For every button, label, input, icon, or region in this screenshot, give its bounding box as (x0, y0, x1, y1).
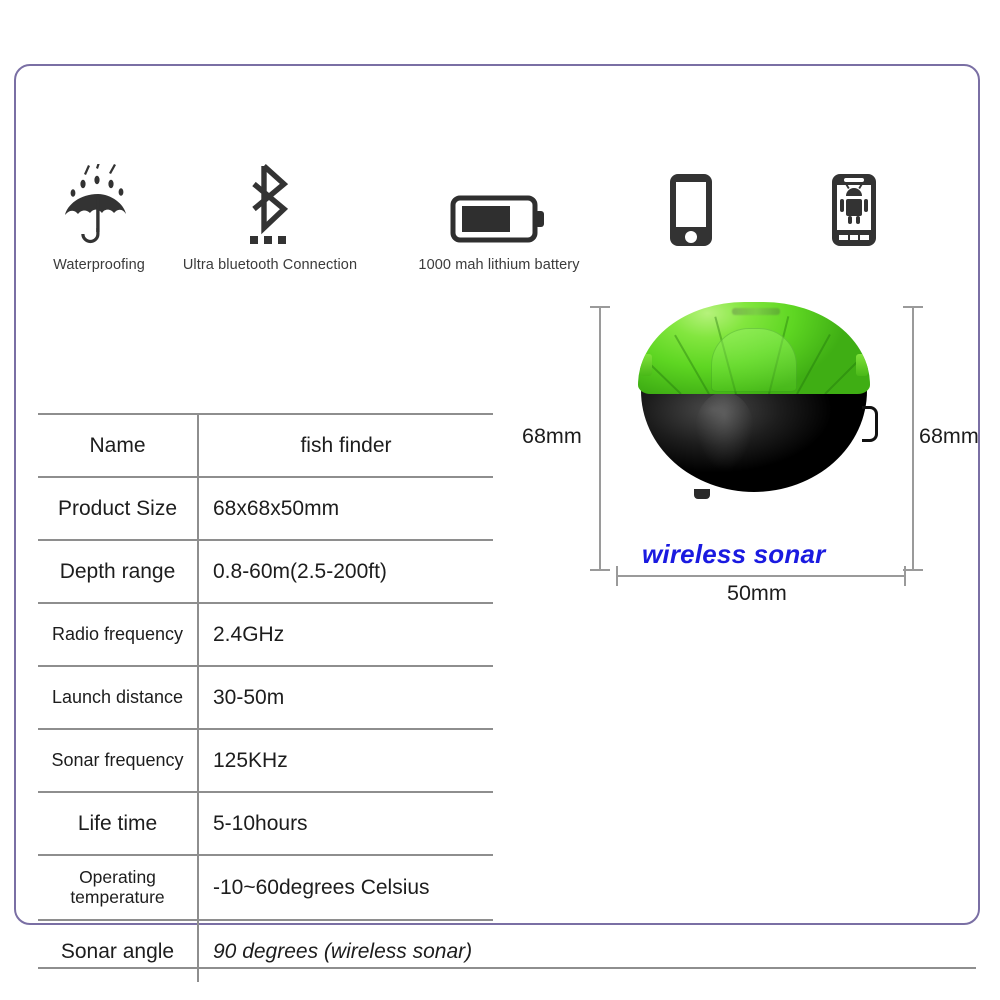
device-foot (694, 489, 710, 499)
spec-value: 68x68x50mm (213, 496, 340, 520)
feature-battery: 1000 mah lithium battery (408, 162, 590, 273)
table-row: Operating temperature -10~60degrees Cels… (38, 854, 493, 919)
dimension-line-height-left (590, 306, 610, 571)
spec-key: Launch distance (38, 667, 199, 728)
android-phone-icon (819, 162, 889, 248)
feature-android-phone (819, 162, 889, 257)
spec-value: 90 degrees (wireless sonar) (213, 939, 473, 963)
spec-key: Sonar angle (38, 921, 199, 982)
spec-key: Name (38, 415, 199, 476)
sonar-device-image (632, 302, 878, 499)
table-bottom-rule (38, 967, 976, 969)
dimension-label-height-right: 68mm (919, 424, 979, 448)
spec-value: 125KHz (213, 748, 288, 772)
spec-value: 5-10hours (213, 811, 308, 835)
feature-ios-phone (656, 162, 726, 257)
iphone-icon (656, 162, 726, 248)
spec-key: Life time (38, 793, 199, 854)
feature-waterproofing: Waterproofing (40, 162, 158, 273)
feature-label: 1000 mah lithium battery (418, 257, 580, 273)
product-photo (616, 298, 888, 576)
brand-label: wireless sonar (642, 539, 826, 569)
spec-key: Depth range (38, 541, 199, 602)
infographic-frame: Waterproofing Ultra bluetooth Connection… (14, 64, 980, 982)
dimension-line-height-right (903, 306, 923, 571)
spec-value: -10~60degrees Celsius (213, 875, 430, 899)
table-row: Name fish finder (38, 413, 493, 476)
dimension-label-height-left: 68mm (522, 424, 582, 448)
table-row: Launch distance 30-50m (38, 665, 493, 728)
specification-table: Name fish finder Product Size 68x68x50mm… (38, 413, 493, 982)
spec-key: Product Size (38, 478, 199, 539)
device-side-lug-left (640, 354, 652, 376)
table-row: Product Size 68x68x50mm (38, 476, 493, 539)
device-top-plate (711, 328, 797, 392)
feature-bluetooth: Ultra bluetooth Connection (174, 162, 366, 273)
spec-value: 30-50m (213, 685, 285, 709)
device-lower-hemisphere (641, 386, 867, 492)
umbrella-rain-icon (40, 162, 158, 248)
spec-key: Sonar frequency (38, 730, 199, 791)
spec-value: 2.4GHz (213, 622, 285, 646)
spec-key: Radio frequency (38, 604, 199, 665)
feature-label: Ultra bluetooth Connection (182, 257, 358, 273)
bluetooth-icon (174, 162, 366, 248)
table-row: Sonar frequency 125KHz (38, 728, 493, 791)
table-row: Sonar angle 90 degrees (wireless sonar) (38, 919, 493, 982)
device-green-dome (638, 302, 870, 394)
battery-icon (408, 162, 590, 248)
device-top-marking (732, 308, 780, 315)
dimension-label-width: 50mm (727, 581, 787, 605)
device-side-lug-right (856, 354, 868, 376)
spec-value: fish finder (300, 433, 392, 457)
table-row: Life time 5-10hours (38, 791, 493, 854)
table-row: Radio frequency 2.4GHz (38, 602, 493, 665)
device-clip (862, 406, 878, 442)
spec-key: Operating temperature (38, 856, 199, 919)
dimension-line-width (616, 566, 906, 586)
table-row: Depth range 0.8-60m(2.5-200ft) (38, 539, 493, 602)
feature-label: Waterproofing (53, 257, 145, 273)
spec-value: 0.8-60m(2.5-200ft) (213, 559, 387, 583)
